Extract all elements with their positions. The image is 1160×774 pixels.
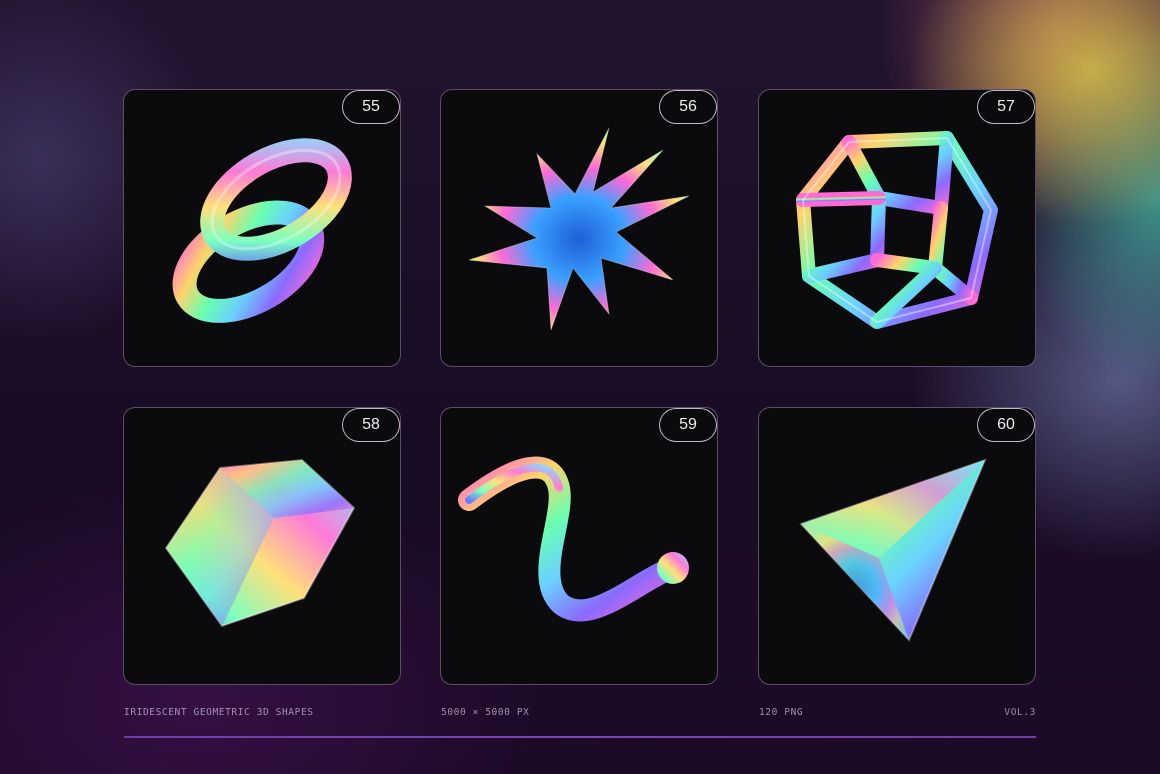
linked-rings-shape xyxy=(172,138,352,323)
card-number-badge: 60 xyxy=(977,408,1035,442)
shape-card-58[interactable]: 58 xyxy=(123,407,401,685)
hexagonal-prism-shape xyxy=(164,458,356,628)
shape-card-59[interactable]: 59 xyxy=(440,407,718,685)
card-number-badge: 59 xyxy=(659,408,717,442)
shape-card-56[interactable]: 56 xyxy=(440,89,718,367)
card-number-badge: 56 xyxy=(659,90,717,124)
card-number-badge: 55 xyxy=(342,90,400,124)
shape-card-55[interactable]: 55 xyxy=(123,89,401,367)
shape-card-57[interactable]: 57 xyxy=(758,89,1036,367)
card-number-badge: 57 xyxy=(977,90,1035,124)
wireframe-cube-shape xyxy=(796,131,998,329)
volume-label: VOL.3 xyxy=(1004,707,1036,718)
curved-horn-shape xyxy=(458,456,689,622)
shape-card-60[interactable]: 60 xyxy=(758,407,1036,685)
file-count-label: 120 PNG xyxy=(759,707,804,718)
resolution-label: 5000 × 5000 PX xyxy=(441,707,530,718)
triangular-pyramid-shape xyxy=(799,458,987,642)
card-number-badge: 58 xyxy=(342,408,400,442)
footer-divider xyxy=(124,736,1036,738)
product-title: IRIDESCENT GEOMETRIC 3D SHAPES xyxy=(124,707,314,718)
spiky-star-shape xyxy=(468,127,690,331)
